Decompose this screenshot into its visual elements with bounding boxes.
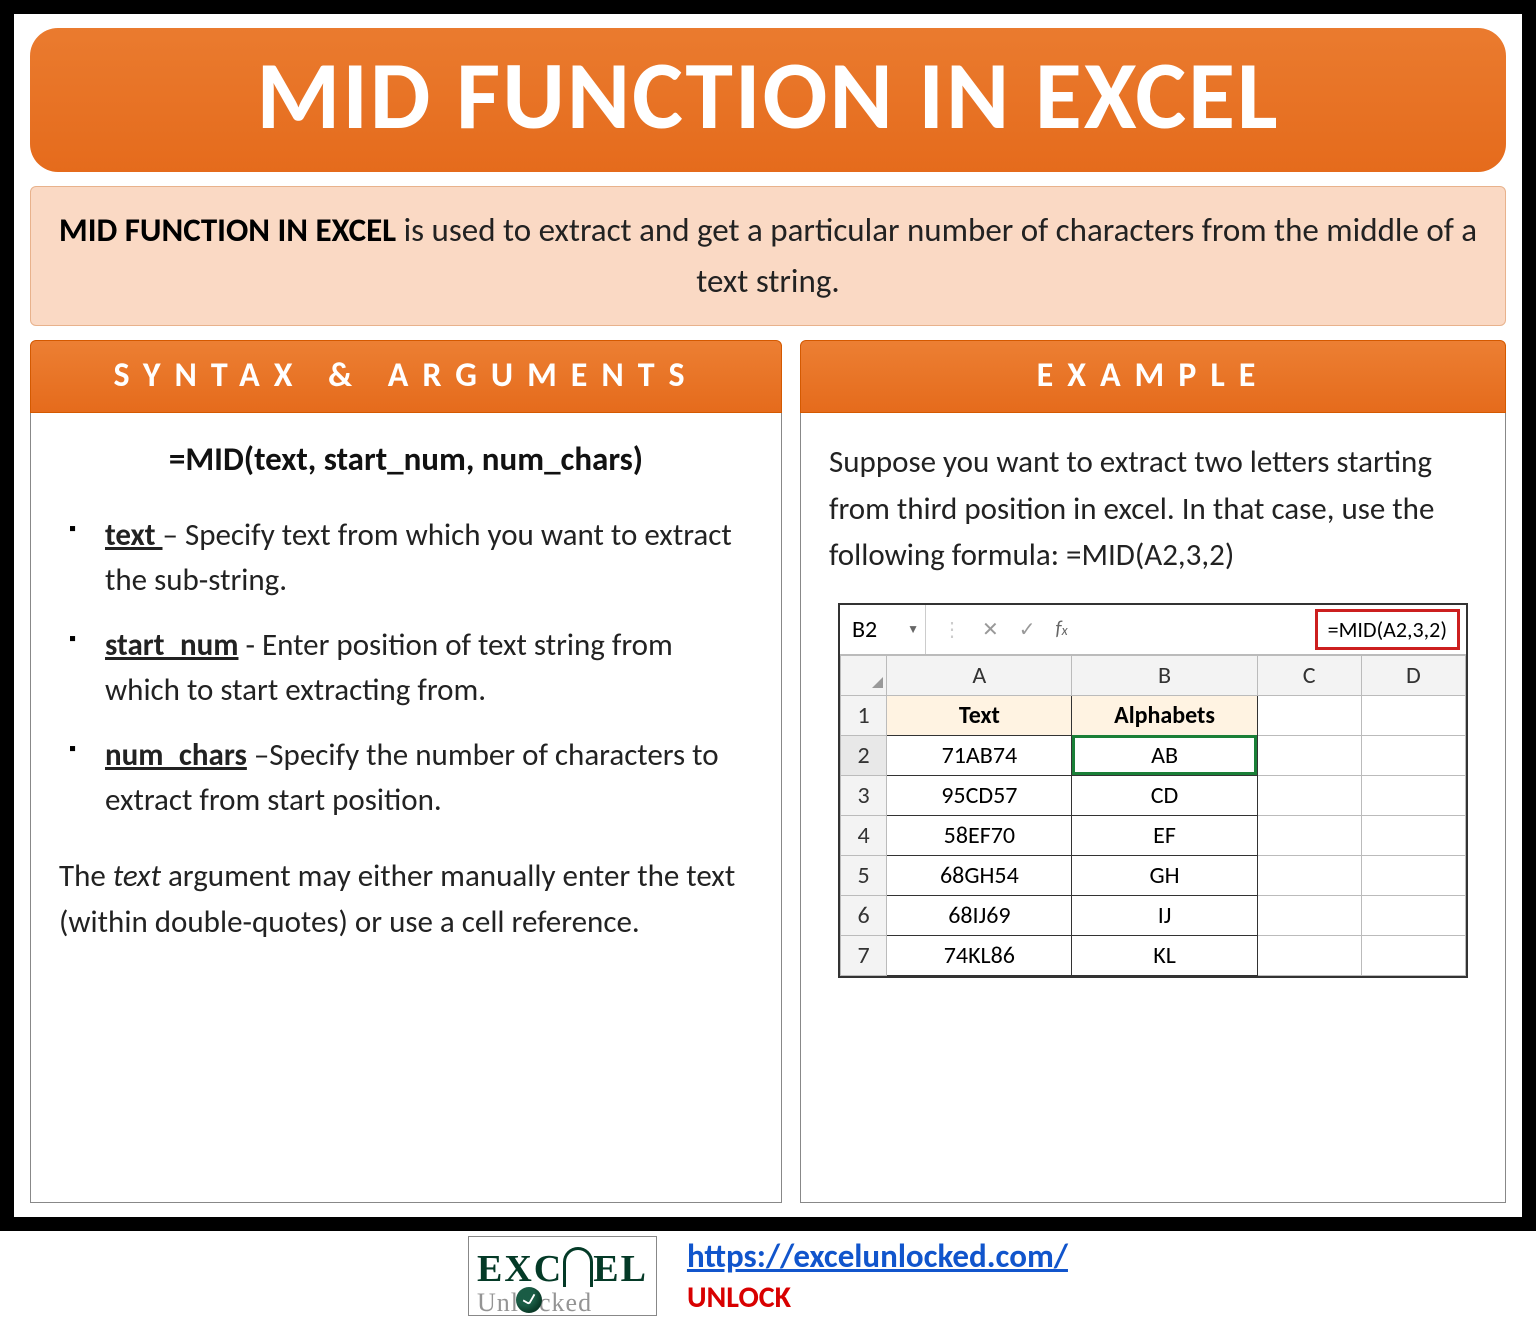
cell-a6[interactable]: 68IJ69 bbox=[887, 895, 1072, 935]
row-header[interactable]: 3 bbox=[841, 775, 887, 815]
cell-b2[interactable]: AB bbox=[1072, 735, 1257, 775]
formula-bar: B2 ▼ ⋮ ✕ ✓ fx =MID(A2,3,2) bbox=[840, 605, 1466, 655]
cell-c7[interactable] bbox=[1257, 935, 1361, 975]
name-box-value: B2 bbox=[852, 615, 877, 644]
dropdown-icon: ▼ bbox=[907, 622, 919, 637]
row-header[interactable]: 4 bbox=[841, 815, 887, 855]
logo-line1: EXCEL bbox=[477, 1241, 648, 1287]
syntax-header: SYNTAX & ARGUMENTS bbox=[30, 340, 782, 413]
footer: EXCEL Unlcked https://excelunlocked.com/… bbox=[0, 1231, 1536, 1321]
arg-startnum: start_num - Enter position of text strin… bbox=[65, 623, 753, 713]
arg-text-name: text bbox=[105, 516, 163, 554]
intro-lead: MID FUNCTION IN EXCEL bbox=[59, 210, 396, 250]
cell-c6[interactable] bbox=[1257, 895, 1361, 935]
cell-d3[interactable] bbox=[1361, 775, 1465, 815]
cell-d4[interactable] bbox=[1361, 815, 1465, 855]
lock-icon bbox=[516, 1287, 542, 1313]
intro-box: MID FUNCTION IN EXCEL is used to extract… bbox=[30, 186, 1506, 326]
cell-d5[interactable] bbox=[1361, 855, 1465, 895]
syntax-body: =MID(text, start_num, num_chars) text – … bbox=[30, 413, 782, 1203]
cell-a7[interactable]: 74KL86 bbox=[887, 935, 1072, 975]
cell-b1[interactable]: Alphabets bbox=[1072, 695, 1257, 735]
cell-c5[interactable] bbox=[1257, 855, 1361, 895]
col-header-d[interactable]: D bbox=[1361, 655, 1465, 695]
col-header-b[interactable]: B bbox=[1072, 655, 1257, 695]
excel-screenshot: B2 ▼ ⋮ ✕ ✓ fx =MID(A2,3,2) bbox=[838, 603, 1468, 978]
enter-icon[interactable]: ✓ bbox=[1019, 617, 1036, 642]
cancel-icon[interactable]: ✕ bbox=[982, 617, 999, 642]
cell-a3[interactable]: 95CD57 bbox=[887, 775, 1072, 815]
row-header[interactable]: 2 bbox=[841, 735, 887, 775]
arg-text: text – Specify text from which you want … bbox=[65, 513, 753, 603]
col-header-a[interactable]: A bbox=[887, 655, 1072, 695]
note-pre: The bbox=[59, 857, 113, 895]
select-all-corner[interactable] bbox=[841, 655, 887, 695]
example-header: EXAMPLE bbox=[800, 340, 1506, 413]
cell-d6[interactable] bbox=[1361, 895, 1465, 935]
arg-numchars-name: num_chars bbox=[105, 736, 247, 774]
cell-d2[interactable] bbox=[1361, 735, 1465, 775]
note-post: argument may either manually enter the t… bbox=[59, 857, 735, 942]
logo: EXCEL Unlcked bbox=[468, 1236, 657, 1317]
row-header[interactable]: 6 bbox=[841, 895, 887, 935]
cell-d1[interactable] bbox=[1361, 695, 1465, 735]
syntax-formula: =MID(text, start_num, num_chars) bbox=[59, 439, 753, 479]
row-header[interactable]: 5 bbox=[841, 855, 887, 895]
title-banner: MID FUNCTION IN EXCEL bbox=[30, 28, 1506, 172]
syntax-note: The text argument may either manually en… bbox=[59, 853, 753, 946]
cell-b5[interactable]: GH bbox=[1072, 855, 1257, 895]
cell-c1[interactable] bbox=[1257, 695, 1361, 735]
cell-b3[interactable]: CD bbox=[1072, 775, 1257, 815]
cell-c2[interactable] bbox=[1257, 735, 1361, 775]
example-text: Suppose you want to extract two letters … bbox=[829, 439, 1477, 579]
arg-numchars: num_chars –Specify the number of charact… bbox=[65, 733, 753, 823]
intro-rest: is used to extract and get a particular … bbox=[396, 210, 1477, 301]
arg-startnum-name: start_num bbox=[105, 626, 238, 664]
fx-icon[interactable]: fx bbox=[1056, 617, 1068, 641]
col-header-c[interactable]: C bbox=[1257, 655, 1361, 695]
footer-tag: UNLOCK bbox=[687, 1279, 791, 1316]
cell-a1[interactable]: Text bbox=[887, 695, 1072, 735]
cell-b4[interactable]: EF bbox=[1072, 815, 1257, 855]
divider-icon: ⋮ bbox=[942, 617, 962, 642]
footer-link[interactable]: https://excelunlocked.com/ bbox=[687, 1236, 1068, 1276]
cell-b6[interactable]: IJ bbox=[1072, 895, 1257, 935]
fx-buttons: ⋮ ✕ ✓ fx bbox=[926, 617, 1084, 642]
page-title: MID FUNCTION IN EXCEL bbox=[40, 48, 1496, 144]
cell-a5[interactable]: 68GH54 bbox=[887, 855, 1072, 895]
row-header[interactable]: 1 bbox=[841, 695, 887, 735]
cell-d7[interactable] bbox=[1361, 935, 1465, 975]
name-box[interactable]: B2 ▼ bbox=[840, 605, 926, 654]
example-body: Suppose you want to extract two letters … bbox=[800, 413, 1506, 1203]
row-header[interactable]: 7 bbox=[841, 935, 887, 975]
cell-b7[interactable]: KL bbox=[1072, 935, 1257, 975]
cell-a4[interactable]: 58EF70 bbox=[887, 815, 1072, 855]
arg-text-desc: – Specify text from which you want to ex… bbox=[105, 516, 732, 599]
note-ital: text bbox=[113, 857, 161, 895]
spreadsheet: A B C D 1 Text Alphabets bbox=[840, 655, 1466, 976]
cell-c3[interactable] bbox=[1257, 775, 1361, 815]
cell-c4[interactable] bbox=[1257, 815, 1361, 855]
formula-input[interactable]: =MID(A2,3,2) bbox=[1315, 609, 1460, 650]
cell-a2[interactable]: 71AB74 bbox=[887, 735, 1072, 775]
